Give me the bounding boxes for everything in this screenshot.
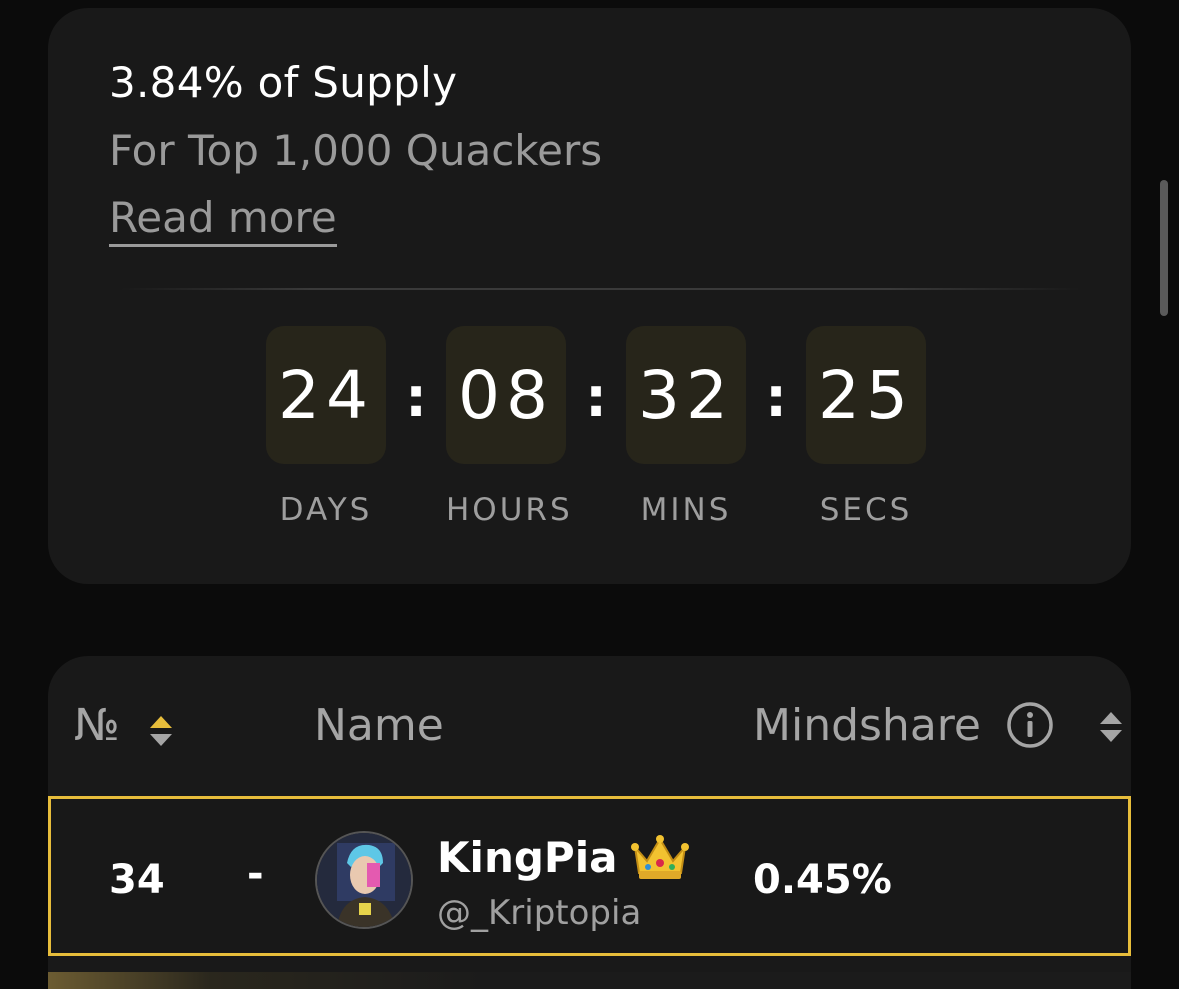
countdown-separator: :: [765, 366, 787, 429]
countdown-mins: 32 MINS: [626, 326, 746, 528]
table-row[interactable]: [48, 972, 1131, 989]
countdown-days: 24 DAYS: [266, 326, 386, 528]
countdown-hours: 08 HOURS: [446, 326, 573, 528]
mins-value: 32: [626, 326, 746, 464]
secs-label: SECS: [819, 492, 913, 528]
countdown-separator: :: [585, 366, 607, 429]
supply-card: 3.84% of Supply For Top 1,000 Quackers R…: [48, 8, 1131, 584]
days-value: 24: [266, 326, 386, 464]
row-rank: 34: [109, 857, 165, 903]
sort-arrows-icon[interactable]: [1098, 710, 1124, 744]
table-row[interactable]: 34 - KingPia @_Kriptopia 0.45%: [48, 796, 1131, 956]
countdown-secs: 25 SECS: [806, 326, 926, 528]
leaderboard-table: № Name Mindshare 34 - KingPia @_Kriptopi…: [48, 656, 1131, 989]
countdown-timer: 24 DAYS : 08 HOURS : 32 MINS : 25 SECS: [266, 326, 946, 556]
secs-value: 25: [806, 326, 926, 464]
page: 3.84% of Supply For Top 1,000 Quackers R…: [0, 0, 1179, 989]
column-header-mindshare[interactable]: Mindshare: [753, 700, 981, 751]
row-handle: @_Kriptopia: [437, 893, 642, 933]
divider: [120, 288, 1080, 290]
crown-icon: [631, 835, 689, 879]
row-rank-change: -: [247, 851, 264, 897]
sort-arrows-icon[interactable]: [148, 714, 174, 748]
scrollbar-thumb[interactable]: [1160, 180, 1168, 316]
supply-title: 3.84% of Supply: [109, 58, 458, 107]
supply-subtitle: For Top 1,000 Quackers: [109, 126, 603, 175]
read-more-link[interactable]: Read more: [109, 192, 337, 247]
column-header-name: Name: [314, 700, 444, 751]
row-name[interactable]: KingPia: [437, 833, 617, 882]
hours-value: 08: [446, 326, 566, 464]
info-circle-icon[interactable]: [1006, 701, 1054, 749]
avatar[interactable]: [315, 831, 413, 929]
row-mindshare: 0.45%: [753, 857, 892, 903]
avatar-image: [317, 833, 411, 927]
hours-label: HOURS: [446, 492, 573, 528]
days-label: DAYS: [279, 492, 373, 528]
column-header-rank[interactable]: №: [74, 700, 120, 751]
countdown-separator: :: [405, 366, 427, 429]
mins-label: MINS: [640, 492, 732, 528]
